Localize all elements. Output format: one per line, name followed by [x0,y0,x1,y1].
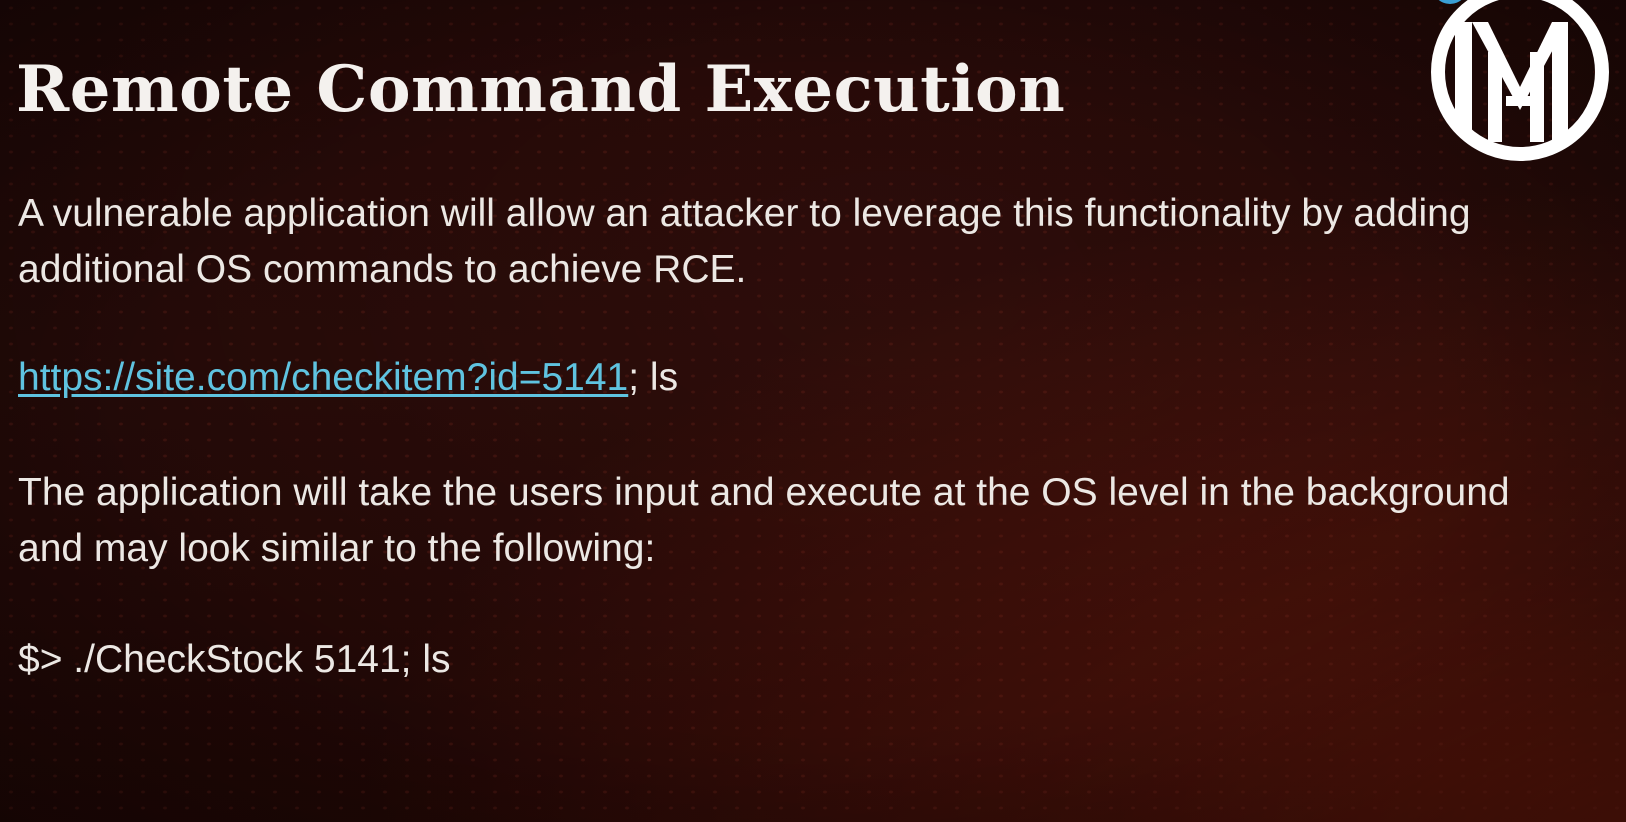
paragraph-intro-line-2: additional OS commands to achieve RCE. [18,248,747,291]
paragraph-explanation-line-1: The application will take the users inpu… [18,471,1510,514]
example-url-line: https://site.com/checkitem?id=5141; ls [18,350,678,406]
command-example: $> ./CheckStock 5141; ls [18,638,451,681]
presentation-slide: Remote Command Execution A vulnerable ap… [0,0,1626,822]
example-url-suffix: ; ls [628,356,679,399]
mn-monogram-logo-icon [1431,0,1609,161]
paragraph-explanation-line-2: and may look similar to the following: [18,527,656,570]
paragraph-explanation: The application will take the users inpu… [18,465,1510,577]
example-url-link[interactable]: https://site.com/checkitem?id=5141 [18,356,628,399]
slide-title: Remote Command Execution [16,52,1066,127]
paragraph-intro-line-1: A vulnerable application will allow an a… [18,192,1471,235]
paragraph-intro: A vulnerable application will allow an a… [18,186,1471,298]
